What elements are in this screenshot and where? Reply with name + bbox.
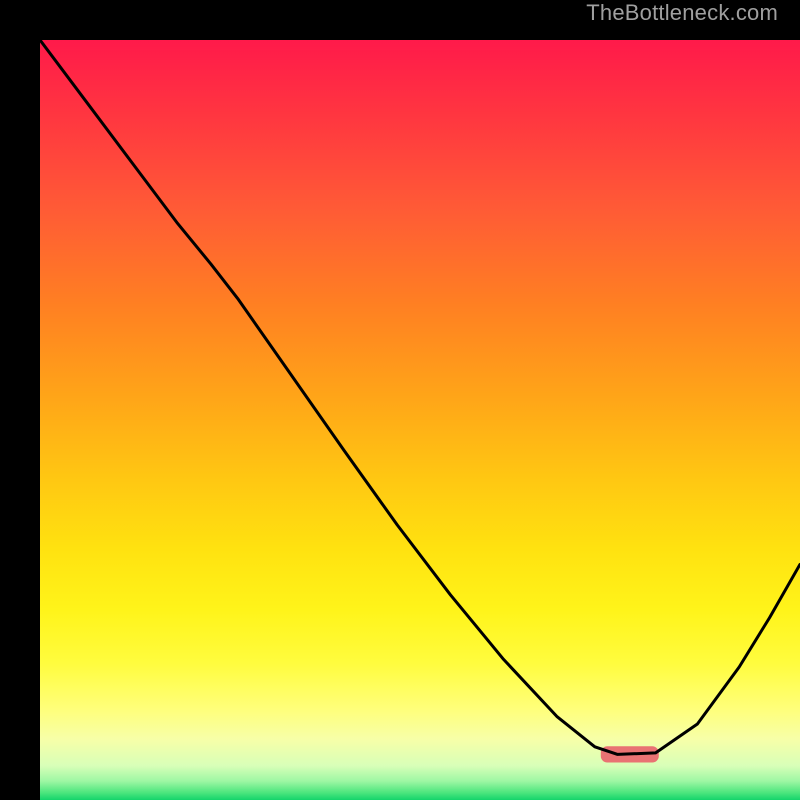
chart-frame <box>0 0 800 800</box>
watermark-text: TheBottleneck.com <box>586 0 778 26</box>
plot-area <box>40 40 800 800</box>
